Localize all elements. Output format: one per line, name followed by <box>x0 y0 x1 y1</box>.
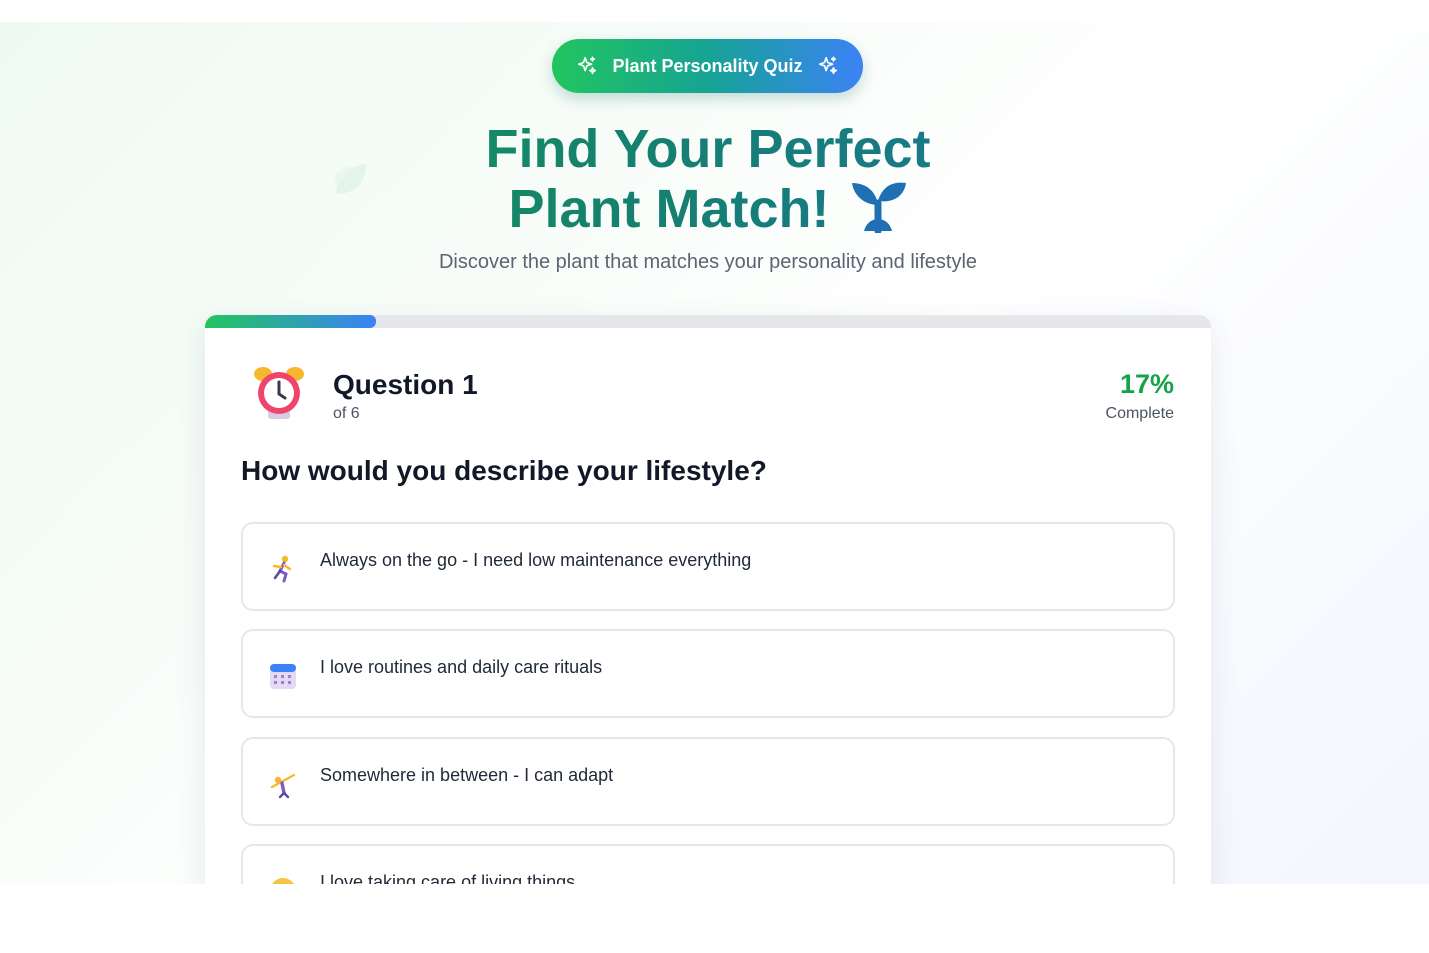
answer-option-4[interactable]: I love taking care of living things <box>241 844 1175 884</box>
question-total: of 6 <box>333 405 360 422</box>
sparkles-icon <box>578 56 597 75</box>
progress-bar <box>205 315 1211 328</box>
quiz-badge: Plant Personality Quiz <box>552 39 863 93</box>
cartwheel-person-icon <box>270 773 296 799</box>
running-person-icon <box>272 555 292 583</box>
answer-option-2[interactable]: I love routines and daily care rituals <box>241 629 1175 718</box>
answer-option-label: I love routines and daily care rituals <box>320 657 603 677</box>
hug-face-icon <box>272 878 294 884</box>
sprout-icon <box>851 182 906 233</box>
alarm-clock-icon <box>254 367 304 419</box>
answer-option-1[interactable]: Always on the go - I need low maintenanc… <box>241 522 1175 611</box>
quiz-page: Plant Personality Quiz Find Your Perfect… <box>0 22 1429 884</box>
answer-option-label: Always on the go - I need low maintenanc… <box>320 550 752 570</box>
sparkles-icon <box>818 56 837 75</box>
progress-fill <box>205 315 377 328</box>
answer-option-label: I love taking care of living things <box>320 872 576 884</box>
title-line-2: Plant Match! <box>508 179 830 239</box>
question-text: How would you describe your lifestyle? <box>241 455 767 486</box>
question-card: Question 1 of 6 17% Complete How would y… <box>205 315 1211 884</box>
progress-percent-label: Complete <box>1105 405 1174 422</box>
page-subtitle: Discover the plant that matches your per… <box>438 251 978 273</box>
page-title: Find Your Perfect Plant Match! <box>0 122 1416 237</box>
calendar-icon <box>270 664 296 689</box>
answer-option-3[interactable]: Somewhere in between - I can adapt <box>241 737 1175 826</box>
progress-percent: 17% <box>1119 369 1174 399</box>
answer-option-label: Somewhere in between - I can adapt <box>320 765 614 785</box>
badge-label: Plant Personality Quiz <box>612 55 803 76</box>
title-line-1: Find Your Perfect <box>485 119 931 179</box>
question-number: Question 1 <box>333 369 478 400</box>
